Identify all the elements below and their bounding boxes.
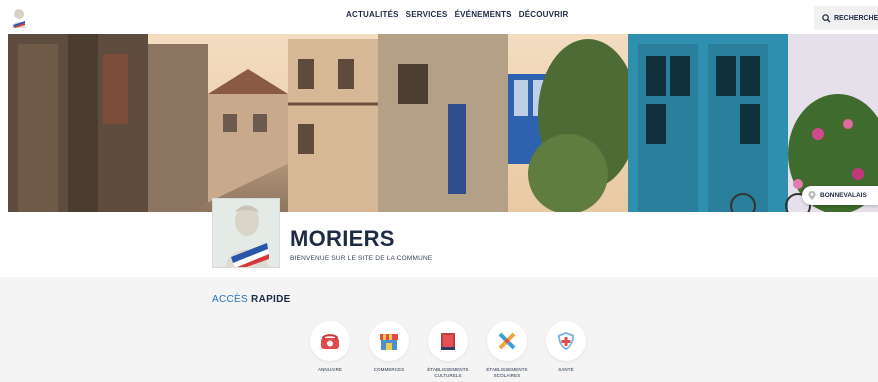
quick-tile-commerces[interactable]: COMMERCES	[359, 321, 419, 373]
quick-tile-sante[interactable]: SANTÉ	[536, 321, 596, 373]
town-name: MORIERS	[290, 226, 395, 251]
nav-item-actualites[interactable]: ACTUALITÉS	[346, 10, 399, 19]
quick-tile-label: ÉTABLISSEMENTS SCOLAIRES	[486, 367, 528, 378]
phone-icon	[321, 334, 339, 349]
quick-access-title: ACCÈS RAPIDE	[212, 294, 291, 305]
search-icon	[822, 13, 831, 23]
quick-tile-label: ÉTABLISSEMENTS CULTURELS	[427, 367, 469, 378]
quick-tile-icon-wrap	[546, 321, 586, 361]
quick-tile-annuaire[interactable]: ANNUAIRE	[300, 321, 360, 373]
quick-access-section: ACCÈS RAPIDE ANNUAIRE COMMERCES ÉTABLISS…	[0, 277, 878, 382]
health-shield-icon	[558, 332, 574, 350]
town-tagline: BIENVENUE SUR LE SITE DE LA COMMUNE	[290, 255, 433, 262]
marianne-emblem	[212, 198, 280, 268]
marianne-logo-icon[interactable]	[8, 7, 30, 29]
nav-item-evenements[interactable]: ÉVÉNEMENTS	[455, 10, 512, 19]
location-pill[interactable]: BONNEVALAIS	[802, 186, 878, 205]
search-label: RECHERCHE	[833, 14, 878, 22]
quick-tile-icon-wrap	[369, 321, 409, 361]
shop-icon	[380, 334, 398, 350]
nav-item-services[interactable]: SERVICES	[406, 10, 448, 19]
search-button[interactable]: RECHERCHE	[814, 6, 878, 30]
quick-tile-label: ANNUAIRE	[317, 367, 343, 372]
hero-image	[8, 34, 878, 212]
quick-tile-icon-wrap	[310, 321, 350, 361]
site-header: ACTUALITÉS SERVICES ÉVÉNEMENTS DÉCOUVRIR…	[0, 0, 878, 34]
quick-access-title-bold: RAPIDE	[251, 294, 291, 305]
quick-access-title-prefix: ACCÈS	[212, 294, 248, 305]
quick-tile-icon-wrap	[487, 321, 527, 361]
main-nav: ACTUALITÉS SERVICES ÉVÉNEMENTS DÉCOUVRIR	[346, 10, 569, 19]
quick-tile-icon-wrap	[428, 321, 468, 361]
quick-tile-label: SANTÉ	[558, 367, 574, 372]
pencil-icon	[498, 332, 516, 350]
nav-item-decouvrir[interactable]: DÉCOUVRIR	[519, 10, 569, 19]
quick-tile-etablissements-scolaires[interactable]: ÉTABLISSEMENTS SCOLAIRES	[477, 321, 537, 379]
quick-tile-label: COMMERCES	[373, 367, 405, 372]
location-label: BONNEVALAIS	[820, 192, 867, 199]
book-icon	[441, 333, 455, 350]
location-icon	[808, 191, 816, 200]
quick-tile-etablissements-culturels[interactable]: ÉTABLISSEMENTS CULTURELS	[418, 321, 478, 379]
